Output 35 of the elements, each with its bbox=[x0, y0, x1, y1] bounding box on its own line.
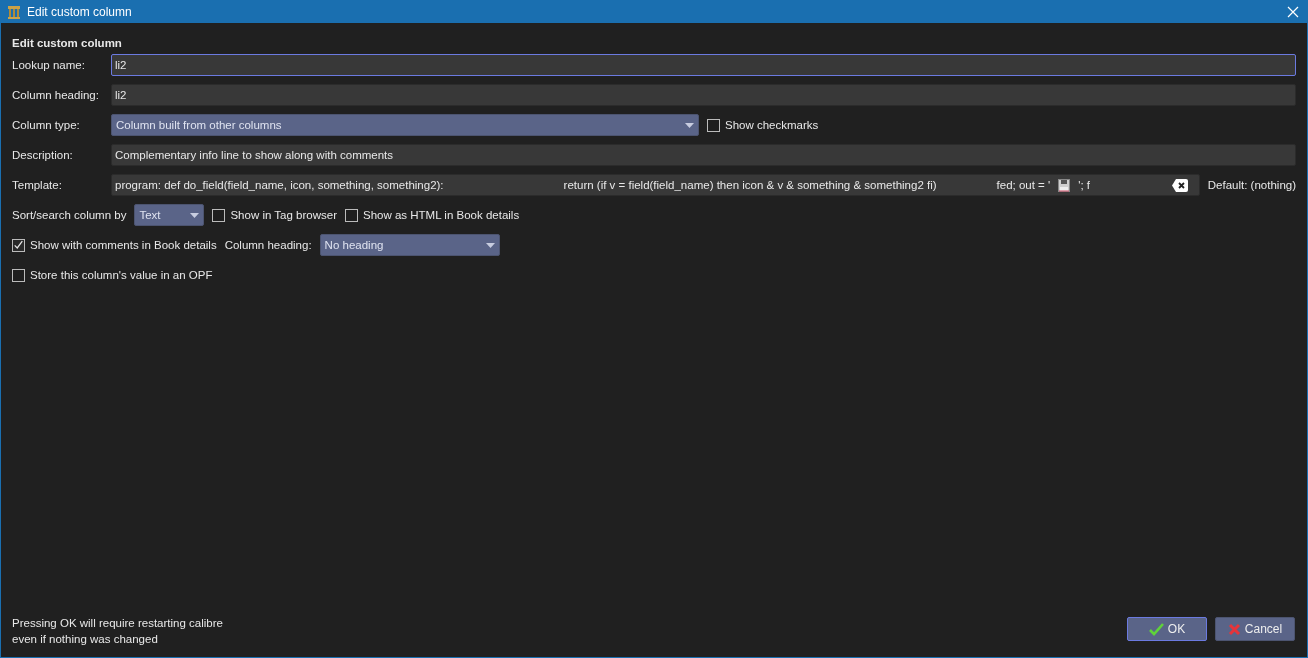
field-label: Column heading: bbox=[224, 239, 312, 251]
info-text: even if nothing was changed bbox=[12, 632, 159, 647]
window-title: Edit custom column bbox=[27, 5, 132, 19]
cross-icon bbox=[1227, 622, 1241, 636]
caret-icon bbox=[485, 242, 495, 248]
option-checkbox[interactable]: Show as HTML in Book details bbox=[344, 208, 520, 222]
field-label: Lookup name: bbox=[12, 59, 86, 71]
checkmark-icon bbox=[1148, 622, 1164, 636]
cancel-button[interactable]: Cancel bbox=[1215, 617, 1295, 641]
template-field[interactable]: program: def do_field(field_name, icon, something, something2): return (if v = field(field_name) then icon & v & something & something2 fi) fed; out = ' '; f bbox=[111, 174, 1200, 196]
columns-icon bbox=[7, 5, 21, 19]
field-label: Description: bbox=[12, 149, 74, 161]
section-heading: Edit custom column bbox=[12, 37, 123, 49]
opf-checkbox[interactable]: Store this column's value in an OPF bbox=[12, 268, 213, 282]
option-checkbox[interactable]: Show in Tag browser bbox=[212, 208, 337, 222]
caret-icon bbox=[190, 212, 200, 218]
caret-icon bbox=[685, 122, 694, 128]
field-label: Sort/search column by bbox=[12, 209, 127, 221]
clear-icon[interactable] bbox=[1171, 178, 1188, 192]
show-checkmarks-checkbox[interactable]: Show checkmarks bbox=[707, 118, 819, 132]
close-icon[interactable] bbox=[1287, 6, 1299, 18]
field-label: Column heading: bbox=[12, 89, 100, 101]
info-text: Pressing OK will require restarting calibre bbox=[12, 616, 223, 631]
field-label: Column type: bbox=[12, 119, 81, 131]
input-field[interactable]: li2 bbox=[111, 84, 1296, 106]
field-label: Template: bbox=[12, 179, 63, 191]
ok-button[interactable]: OK bbox=[1127, 617, 1207, 641]
checkmark-icon bbox=[13, 239, 24, 251]
sort-dropdown[interactable]: Text bbox=[134, 204, 205, 226]
default-label: Default: (nothing) bbox=[1207, 179, 1296, 191]
input-field[interactable]: Complementary info line to show along with comments bbox=[111, 144, 1296, 166]
heading-dropdown[interactable]: No heading bbox=[319, 234, 500, 256]
input-field[interactable]: li2 bbox=[111, 54, 1296, 76]
column-type-dropdown[interactable]: Column built from other columns bbox=[111, 114, 699, 136]
comments-checkbox[interactable]: Show with comments in Book details bbox=[12, 238, 217, 252]
